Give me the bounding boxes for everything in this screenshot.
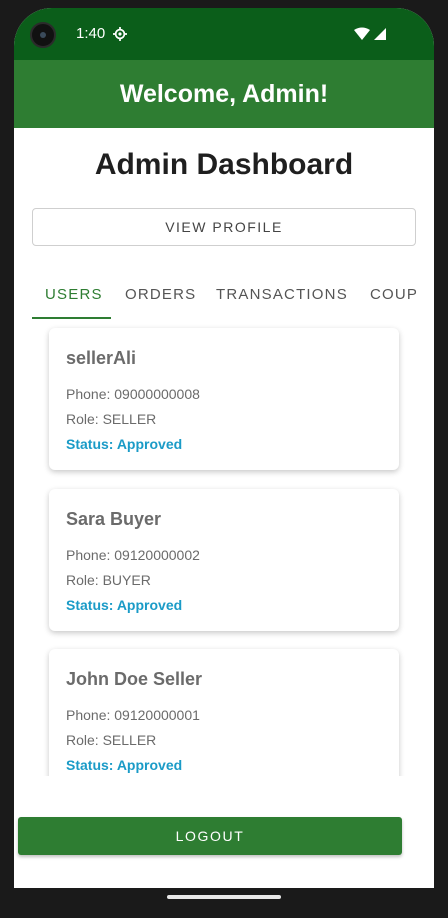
camera-icon [30, 22, 56, 48]
status-bar: 1:40 [14, 8, 434, 60]
user-phone: Phone: 09120000001 [66, 707, 200, 723]
user-list: sellerAli Phone: 09000000008 Role: SELLE… [14, 320, 434, 776]
user-role: Role: BUYER [66, 572, 151, 588]
signal-icon [374, 28, 386, 40]
tab-users[interactable]: USERS [45, 286, 103, 303]
user-status: Status: Approved [66, 757, 183, 773]
user-name: John Doe Seller [66, 669, 203, 689]
screen: 1:40 Welcome, Admin! Admin Dashboard VIE… [14, 8, 434, 888]
user-role: Role: SELLER [66, 411, 157, 427]
home-indicator[interactable] [167, 895, 281, 899]
app-bar: Welcome, Admin! [14, 60, 434, 128]
tab-coupons[interactable]: COUP [370, 286, 418, 303]
status-time: 1:40 [76, 25, 106, 42]
tab-indicator [32, 317, 111, 319]
user-card[interactable]: sellerAli Phone: 09000000008 Role: SELLE… [49, 328, 399, 470]
user-card[interactable]: John Doe Seller Phone: 09120000001 Role:… [49, 649, 399, 776]
tab-bar: USERS ORDERS TRANSACTIONS COUP [14, 274, 434, 320]
user-name: Sara Buyer [66, 509, 162, 529]
wifi-icon [354, 27, 370, 40]
tab-orders[interactable]: ORDERS [125, 286, 196, 303]
user-role: Role: SELLER [66, 732, 157, 748]
user-status: Status: Approved [66, 436, 183, 452]
status-icons [354, 27, 386, 40]
phone-frame: 1:40 Welcome, Admin! Admin Dashboard VIE… [0, 0, 448, 918]
view-profile-button[interactable]: VIEW PROFILE [32, 208, 416, 246]
logout-button[interactable]: LOGOUT [18, 817, 402, 855]
user-phone: Phone: 09000000008 [66, 386, 200, 402]
settings-gear-icon [113, 27, 127, 41]
tab-transactions[interactable]: TRANSACTIONS [216, 286, 348, 303]
page-title: Admin Dashboard [94, 148, 354, 181]
user-status: Status: Approved [66, 597, 183, 613]
user-card[interactable]: Sara Buyer Phone: 09120000002 Role: BUYE… [49, 489, 399, 631]
app-bar-title: Welcome, Admin! [119, 79, 329, 108]
user-name: sellerAli [66, 348, 137, 368]
user-phone: Phone: 09120000002 [66, 547, 200, 563]
